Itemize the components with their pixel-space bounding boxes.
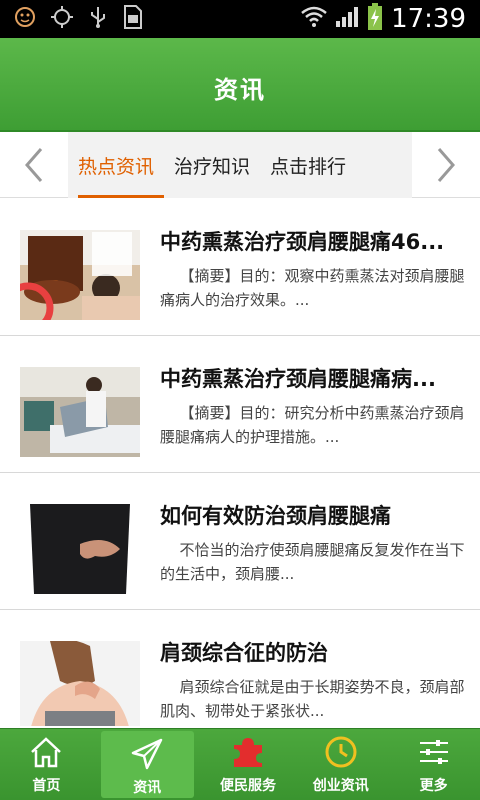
nav-label: 资讯 — [133, 780, 162, 796]
article-title: 肩颈综合征的防治 — [160, 641, 328, 665]
article-list: 中药熏蒸治疗颈肩腰腿痛46... 【摘要】目的：观察中药熏蒸法对颈肩腰腿痛病人的… — [0, 200, 480, 726]
article-summary: 【摘要】目的：研究分析中药熏蒸治疗颈肩腰腿痛病人的护理措施。... — [160, 404, 465, 446]
status-bar: 17:39 — [0, 0, 480, 38]
bottom-nav: 首页 资讯 便民服务 创业资讯 更多 — [0, 728, 480, 800]
tabs-next-button[interactable] — [412, 132, 480, 198]
file-icon — [122, 5, 144, 33]
nav-label: 创业资讯 — [312, 778, 369, 794]
sliders-icon — [419, 740, 448, 764]
clock-icon — [325, 736, 357, 768]
article-summary: 【摘要】目的：观察中药熏蒸法对颈肩腰腿痛病人的治疗效果。... — [160, 267, 465, 309]
tabs-prev-button[interactable] — [0, 132, 68, 198]
article-thumbnail — [20, 367, 140, 457]
article-thumbnail — [20, 641, 140, 726]
article-summary: 肩颈综合征就是由于长期姿势不良，颈肩部肌肉、韧带处于紧张状... — [160, 678, 465, 720]
wifi-icon — [301, 6, 327, 32]
clock-time: 17:39 — [391, 4, 466, 34]
page-title: 资讯 — [214, 75, 266, 104]
list-item[interactable]: 肩颈综合征的防治 肩颈综合征就是由于长期姿势不良，颈肩部肌肉、韧带处于紧张状..… — [0, 611, 480, 726]
list-item[interactable]: 中药熏蒸治疗颈肩腰腿痛病... 【摘要】目的：研究分析中药熏蒸治疗颈肩腰腿痛病人… — [0, 337, 480, 473]
tab-label: 热点资讯 — [78, 155, 155, 178]
article-title: 如何有效防治颈肩腰腿痛 — [160, 504, 391, 528]
list-item[interactable]: 如何有效防治颈肩腰腿痛 不恰当的治疗使颈肩腰腿痛反复发作在当下的生活中，颈肩腰.… — [0, 474, 480, 610]
usb-icon — [88, 5, 108, 33]
article-title: 中药熏蒸治疗颈肩腰腿痛46... — [160, 230, 445, 254]
nav-home[interactable]: 首页 — [0, 729, 93, 800]
battery-charging-icon — [367, 3, 383, 35]
tab-label: 治疗知识 — [174, 155, 251, 178]
chevron-left-icon — [25, 148, 43, 182]
app-bar: 资讯 — [0, 38, 480, 132]
article-thumbnail — [20, 230, 140, 320]
app-notification-icon — [14, 6, 36, 32]
list-item[interactable]: 中药熏蒸治疗颈肩腰腿痛46... 【摘要】目的：观察中药熏蒸法对颈肩腰腿痛病人的… — [0, 200, 480, 336]
home-icon — [31, 737, 62, 768]
nav-label: 便民服务 — [219, 778, 276, 794]
nav-label: 首页 — [32, 778, 61, 794]
signal-icon — [335, 6, 359, 32]
nav-startup-news[interactable]: 创业资讯 — [294, 729, 387, 800]
tab-strip: 热点资讯 治疗知识 点击排行 — [68, 132, 412, 198]
nav-more[interactable]: 更多 — [387, 729, 480, 800]
gps-icon — [50, 5, 74, 33]
nav-news[interactable]: 资讯 — [100, 731, 194, 798]
paper-plane-icon — [131, 738, 163, 770]
article-summary: 不恰当的治疗使颈肩腰腿痛反复发作在当下的生活中，颈肩腰... — [160, 541, 465, 583]
puzzle-icon — [233, 738, 262, 767]
chevron-right-icon — [437, 148, 455, 182]
tab-treatment-knowledge[interactable]: 治疗知识 — [164, 132, 260, 198]
category-tabs: 热点资讯 治疗知识 点击排行 — [0, 132, 480, 198]
tab-label: 点击排行 — [270, 155, 347, 178]
nav-services[interactable]: 便民服务 — [202, 729, 295, 800]
tab-click-ranking[interactable]: 点击排行 — [260, 132, 356, 198]
article-thumbnail — [20, 504, 140, 594]
nav-label: 更多 — [419, 778, 448, 794]
article-title: 中药熏蒸治疗颈肩腰腿痛病... — [160, 367, 436, 391]
tab-hot-news[interactable]: 热点资讯 — [68, 132, 165, 198]
